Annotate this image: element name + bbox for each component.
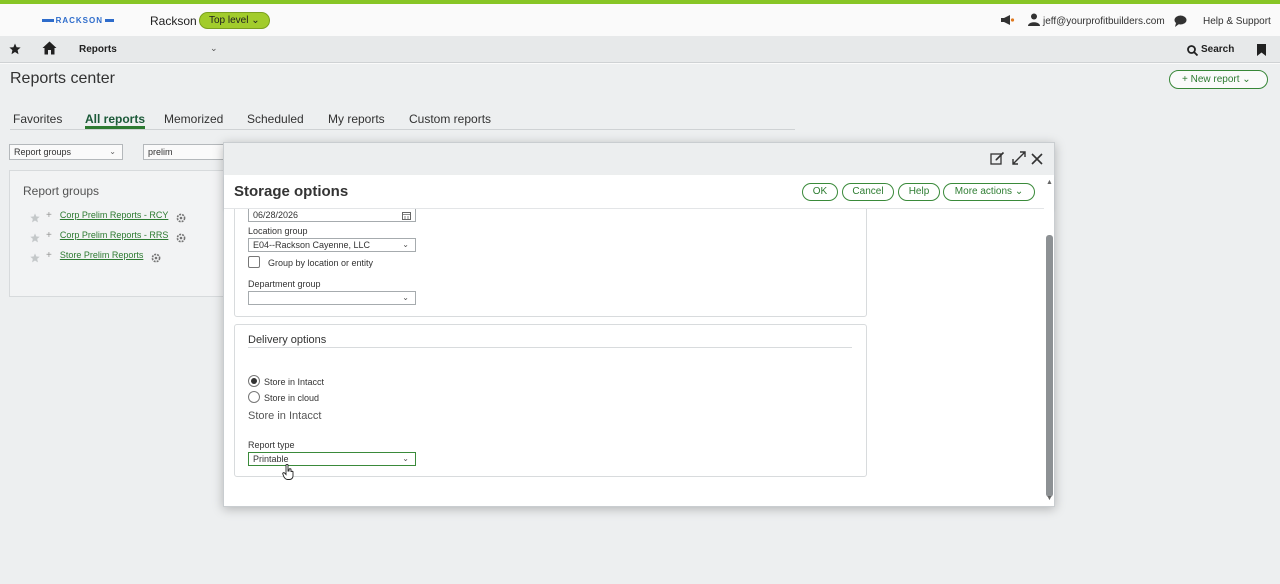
dialog-body: 06/28/2026 Location group E04--Rackson C… xyxy=(224,209,1044,506)
date-field[interactable]: 06/28/2026 xyxy=(248,209,416,222)
storage-options-dialog: Storage options OK Cancel Help More acti… xyxy=(223,142,1055,507)
location-group-label: Location group xyxy=(248,226,308,236)
store-in-intacct-subtitle: Store in Intacct xyxy=(248,410,322,422)
dialog-header: Storage options OK Cancel Help More acti… xyxy=(224,175,1054,209)
chevron-down-icon: ⌄ xyxy=(402,293,409,302)
location-group-select[interactable]: E04--Rackson Cayenne, LLC ⌄ xyxy=(248,238,416,252)
report-type-select[interactable]: Printable ⌄ xyxy=(248,452,416,466)
ok-button[interactable]: OK xyxy=(802,183,838,201)
chevron-down-icon: ⌄ xyxy=(402,240,409,249)
store-in-cloud-label: Store in cloud xyxy=(264,393,320,403)
more-actions-button[interactable]: More actions ⌄ xyxy=(943,183,1035,201)
dialog-title-bar xyxy=(224,143,1054,175)
store-in-intacct-label: Store in Intacct xyxy=(264,377,325,387)
storage-filters-section: 06/28/2026 Location group E04--Rackson C… xyxy=(234,209,867,317)
report-type-label: Report type xyxy=(248,440,295,450)
close-icon[interactable] xyxy=(1031,152,1043,165)
dialog-title: Storage options xyxy=(234,183,349,200)
calendar-icon[interactable] xyxy=(402,211,411,220)
help-button[interactable]: Help xyxy=(898,183,940,201)
expand-icon[interactable] xyxy=(1012,151,1026,165)
scroll-down-arrow-icon[interactable]: ▼ xyxy=(1046,495,1053,502)
scroll-thumb[interactable] xyxy=(1046,235,1053,497)
department-group-select[interactable]: ⌄ xyxy=(248,291,416,305)
edit-icon[interactable] xyxy=(990,151,1005,166)
section-divider xyxy=(248,347,852,348)
group-by-location-label: Group by location or entity xyxy=(268,258,374,268)
cancel-button[interactable]: Cancel xyxy=(842,183,894,201)
chevron-down-icon: ⌄ xyxy=(402,454,409,463)
department-group-label: Department group xyxy=(248,279,321,289)
hand-cursor-icon xyxy=(282,463,294,480)
store-in-cloud-radio[interactable] xyxy=(248,391,260,403)
dialog-scrollbar[interactable]: ▲ ▼ xyxy=(1044,177,1054,506)
store-in-intacct-radio[interactable] xyxy=(248,375,260,387)
scroll-up-arrow-icon[interactable]: ▲ xyxy=(1046,179,1053,186)
delivery-options-title: Delivery options xyxy=(248,334,327,346)
group-by-location-checkbox[interactable] xyxy=(248,256,260,268)
delivery-options-section: Delivery options Store in Intacct Store … xyxy=(234,324,867,477)
